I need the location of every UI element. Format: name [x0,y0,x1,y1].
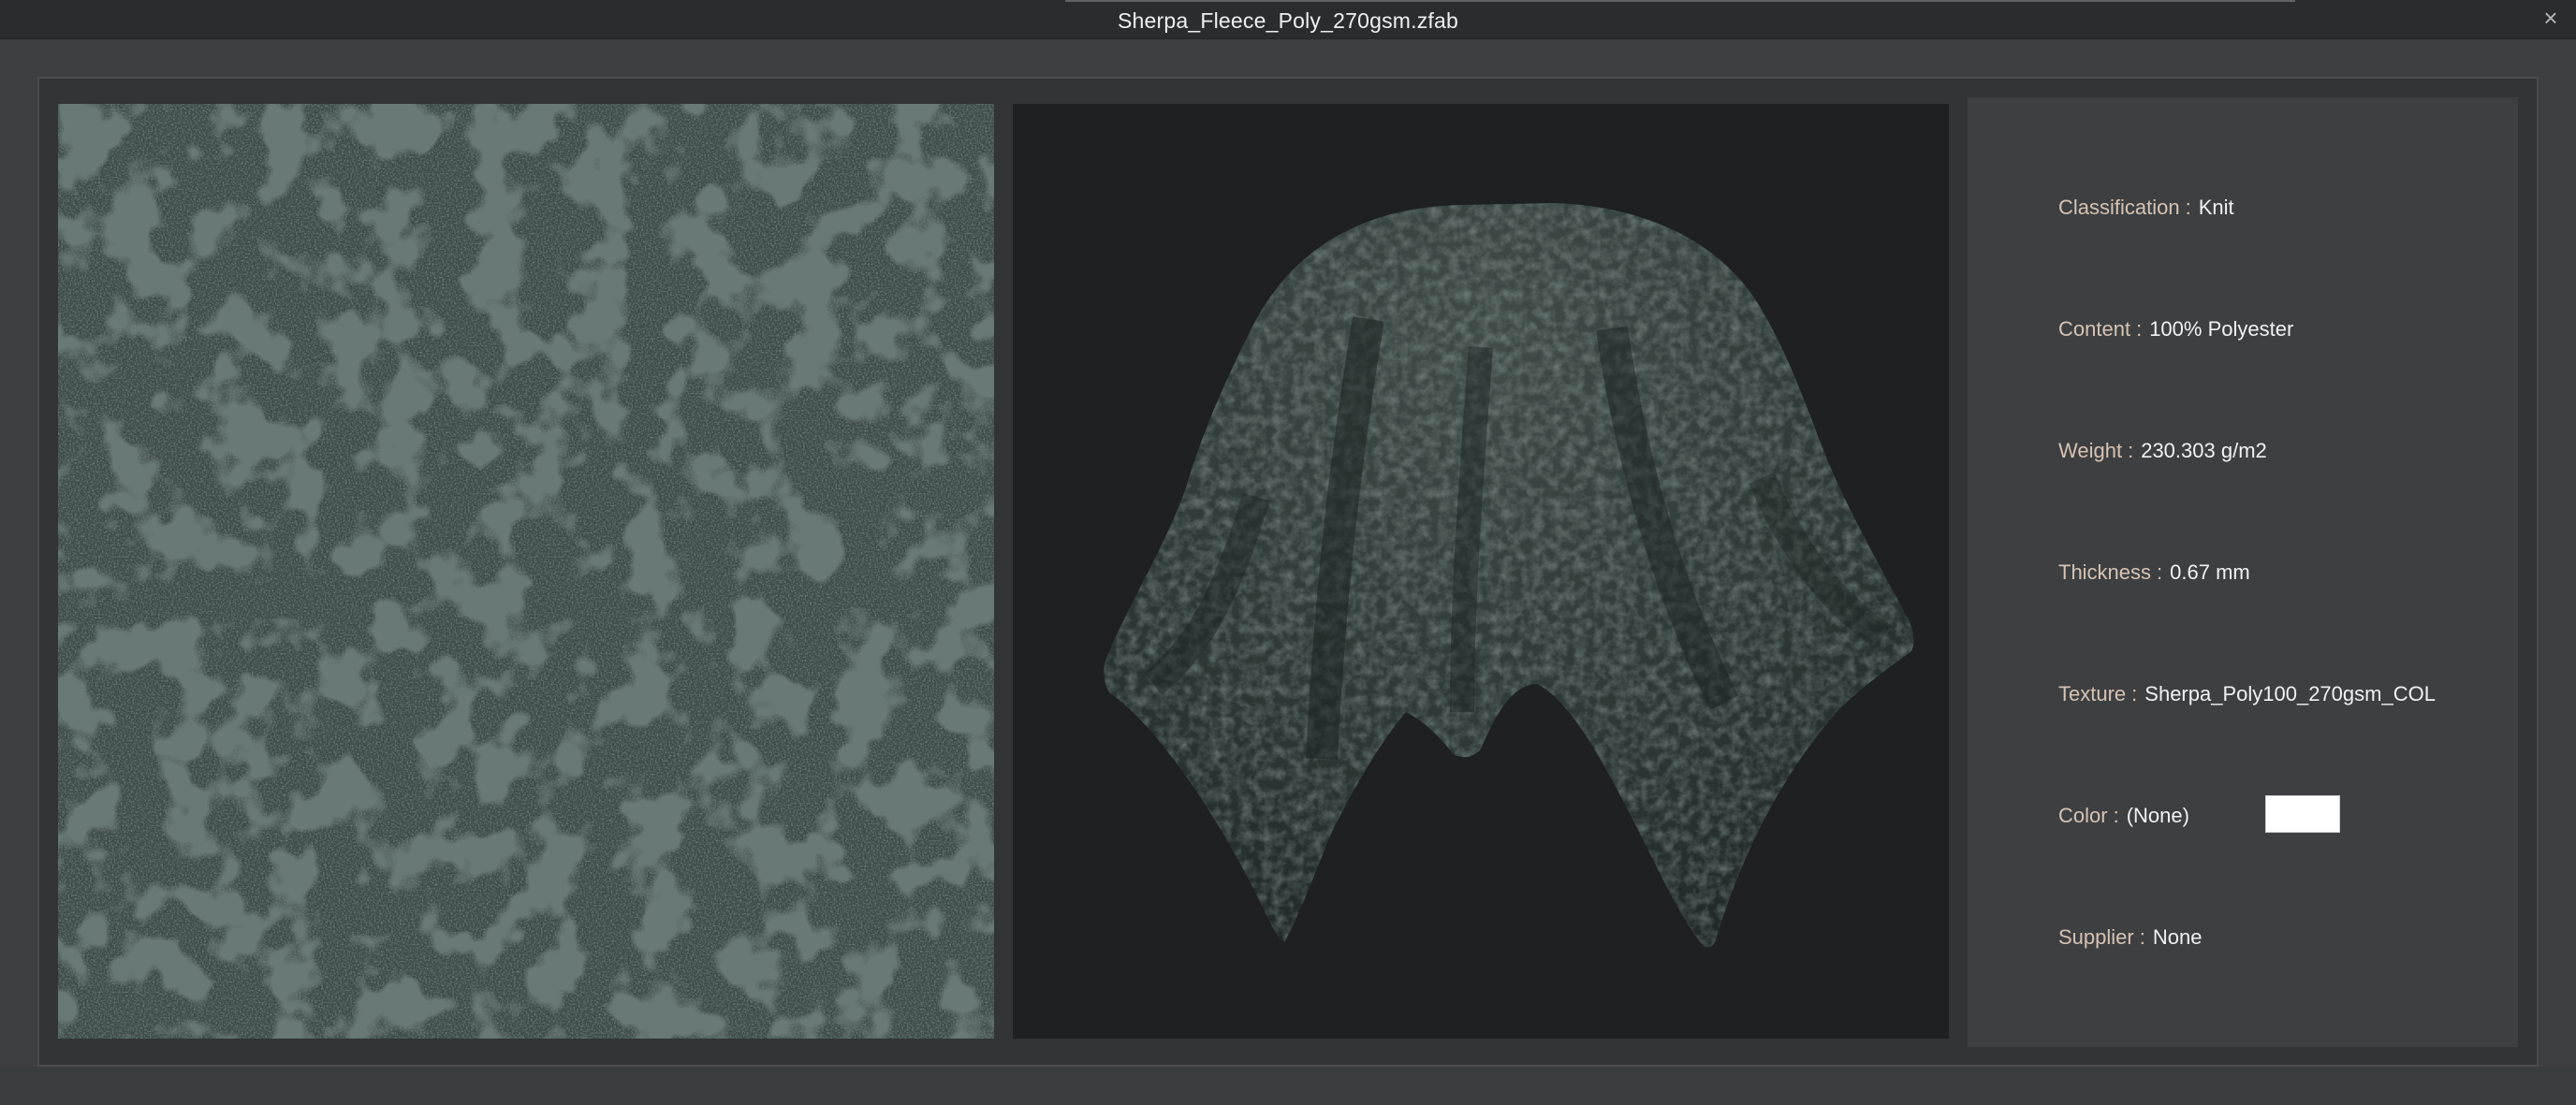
content-row: Content:100% Polyester [2058,315,2293,343]
texture-value: Sherpa_Poly100_270gsm_COL [2144,682,2436,705]
supplier-value: None [2152,925,2203,949]
property-separator: : [2128,439,2134,462]
thickness-row: Thickness:0.67 mm [2058,559,2250,587]
weight-value: 230.303 g/m2 [2141,439,2267,462]
weight-row: Weight:230.303 g/m2 [2058,437,2267,465]
close-icon[interactable]: × [2537,4,2565,32]
property-label: Thickness [2058,560,2152,584]
draped-fabric-icon [1104,203,1914,948]
property-separator: : [2131,682,2138,705]
property-separator: : [2185,196,2191,219]
property-label: Content [2058,317,2131,341]
fabric-3d-preview [1013,104,1949,1039]
supplier-row: Supplier: None [2058,923,2202,952]
property-label: Texture [2058,682,2127,705]
property-label: Color [2058,804,2108,827]
texture-row: Texture: Sherpa_Poly100_270gsm_COL [2058,680,2436,708]
thickness-value: 0.67 mm [2170,560,2250,584]
property-separator: : [2157,560,2163,584]
window-title: Sherpa_Fleece_Poly_270gsm.zfab [1117,8,1458,33]
property-separator: : [2136,317,2143,341]
property-label: Classification [2058,196,2180,219]
window-bottom-edge [0,1067,2576,1105]
color-swatch-chip[interactable] [2265,795,2340,833]
property-separator: : [2139,925,2145,949]
fabric-texture-icon [58,104,994,1039]
classification-value: Knit [2198,196,2234,219]
title-accent-line [1065,0,2295,2]
content-value: 100% Polyester [2149,317,2294,341]
properties-panel: Classification: Knit Content:100% Polyest… [1968,97,2518,1047]
color-value: (None) [2126,804,2189,827]
fabric-swatch-image [58,104,994,1039]
property-separator: : [2113,804,2119,827]
property-label: Weight [2058,439,2123,462]
color-row: Color: (None) [2058,802,2189,830]
property-label: Supplier [2058,925,2134,949]
title-bar: Sherpa_Fleece_Poly_270gsm.zfab × [0,0,2576,39]
classification-row: Classification: Knit [2058,194,2234,222]
